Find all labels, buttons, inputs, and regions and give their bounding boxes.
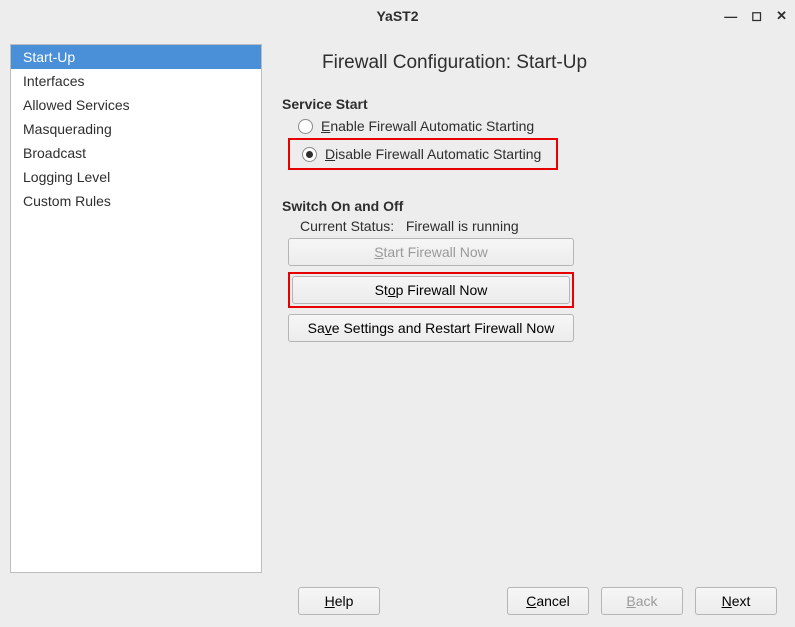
enable-auto-start-radio[interactable]: Enable Firewall Automatic Starting (288, 114, 785, 138)
sidebar-item-custom-rules[interactable]: Custom Rules (11, 189, 261, 213)
back-button: Back (601, 587, 683, 615)
page-title: Firewall Configuration: Start-Up (322, 52, 785, 74)
sidebar-item-start-up[interactable]: Start-Up (11, 45, 261, 69)
radio-icon (298, 119, 313, 134)
sidebar-item-logging-level[interactable]: Logging Level (11, 165, 261, 189)
disable-auto-start-label: Disable Firewall Automatic Starting (325, 146, 541, 162)
start-firewall-button: Start Firewall Now (288, 238, 574, 266)
footer: Help Cancel Back Next (0, 583, 795, 627)
radio-icon (302, 147, 317, 162)
sidebar-item-interfaces[interactable]: Interfaces (11, 69, 261, 93)
help-button[interactable]: Help (298, 587, 380, 615)
maximize-icon[interactable]: ◻ (751, 8, 762, 24)
sidebar-item-broadcast[interactable]: Broadcast (11, 141, 261, 165)
cancel-button[interactable]: Cancel (507, 587, 589, 615)
window-title: YaST2 (376, 8, 418, 24)
disable-auto-start-radio[interactable]: Disable Firewall Automatic Starting (292, 142, 554, 166)
next-button[interactable]: Next (695, 587, 777, 615)
minimize-icon[interactable]: — (724, 9, 737, 24)
save-restart-button[interactable]: Save Settings and Restart Firewall Now (288, 314, 574, 342)
enable-auto-start-label: Enable Firewall Automatic Starting (321, 118, 534, 134)
sidebar-item-masquerading[interactable]: Masquerading (11, 117, 261, 141)
titlebar: YaST2 — ◻ ✕ (0, 0, 795, 32)
service-start-heading: Service Start (282, 96, 785, 112)
stop-firewall-button[interactable]: Stop Firewall Now (292, 276, 570, 304)
sidebar: Start-UpInterfacesAllowed ServicesMasque… (10, 44, 262, 573)
sidebar-item-allowed-services[interactable]: Allowed Services (11, 93, 261, 117)
firewall-status: Current Status: Firewall is running (300, 218, 785, 234)
close-icon[interactable]: ✕ (776, 8, 787, 24)
switch-heading: Switch On and Off (282, 198, 785, 214)
